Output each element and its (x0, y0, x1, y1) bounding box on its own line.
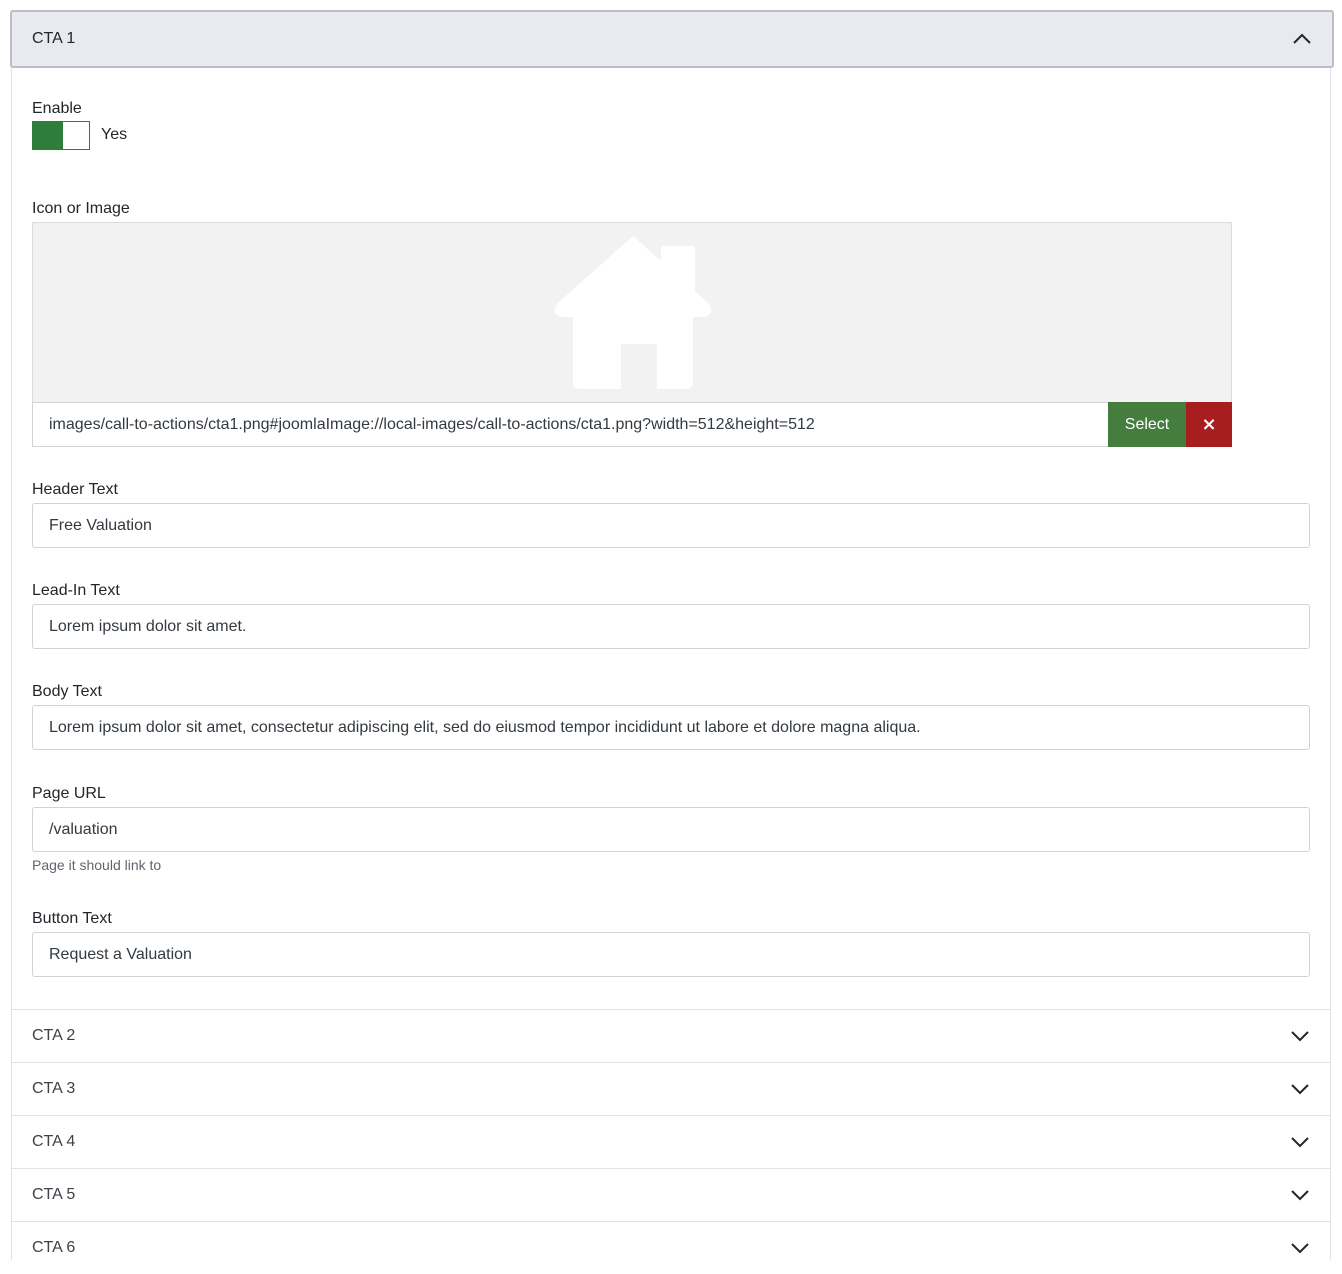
toggle-on-segment (33, 122, 63, 149)
toggle-off-segment (63, 122, 89, 149)
image-preview (32, 222, 1232, 403)
page-url-help: Page it should link to (32, 857, 162, 873)
enable-toggle[interactable] (32, 121, 90, 150)
lead-in-text-input[interactable]: Lorem ipsum dolor sit amet. (32, 604, 1310, 649)
accordion-header-cta-5[interactable]: CTA 5 (12, 1168, 1330, 1221)
chevron-down-icon (1291, 1137, 1309, 1148)
accordion-header-cta-2[interactable]: CTA 2 (12, 1009, 1330, 1062)
page-url-input[interactable]: /valuation (32, 807, 1310, 852)
accordion-header-cta-3[interactable]: CTA 3 (12, 1062, 1330, 1115)
clear-image-button[interactable]: × (1186, 402, 1232, 447)
lead-in-text-label: Lead-In Text (32, 582, 120, 599)
body-text-label: Body Text (32, 683, 102, 700)
house-icon (554, 236, 712, 389)
accordion-title: CTA 5 (32, 1186, 76, 1203)
button-text-label: Button Text (32, 910, 112, 927)
chevron-down-icon (1291, 1190, 1309, 1201)
chevron-down-icon (1291, 1084, 1309, 1095)
image-field-row: images/call-to-actions/cta1.png#joomlaIm… (32, 402, 1232, 447)
accordion-header-cta-6[interactable]: CTA 6 (12, 1221, 1330, 1274)
accordion-title: CTA 6 (32, 1239, 76, 1256)
accordion-body-cta-1: Enable Yes Icon or Image images/call-to-… (12, 12, 1330, 977)
accordion-title: CTA 4 (32, 1133, 76, 1150)
cta-accordion: CTA 1 Enable Yes Icon or Image images/ca… (10, 10, 1334, 1274)
accordion-title: CTA 2 (32, 1027, 76, 1044)
enable-state-label: Yes (101, 126, 128, 143)
header-text-label: Header Text (32, 481, 118, 498)
accordion-title: CTA 3 (32, 1080, 76, 1097)
page-url-label: Page URL (32, 785, 106, 802)
select-image-button[interactable]: Select (1108, 402, 1186, 447)
header-text-input[interactable]: Free Valuation (32, 503, 1310, 548)
enable-label: Enable (32, 100, 82, 117)
chevron-down-icon (1291, 1031, 1309, 1042)
body-text-input[interactable]: Lorem ipsum dolor sit amet, consectetur … (32, 705, 1310, 750)
accordion-header-cta-4[interactable]: CTA 4 (12, 1115, 1330, 1168)
button-text-input[interactable]: Request a Valuation (32, 932, 1310, 977)
chevron-down-icon (1291, 1243, 1309, 1254)
image-path-input[interactable]: images/call-to-actions/cta1.png#joomlaIm… (32, 402, 1108, 447)
icon-image-label: Icon or Image (32, 200, 130, 217)
